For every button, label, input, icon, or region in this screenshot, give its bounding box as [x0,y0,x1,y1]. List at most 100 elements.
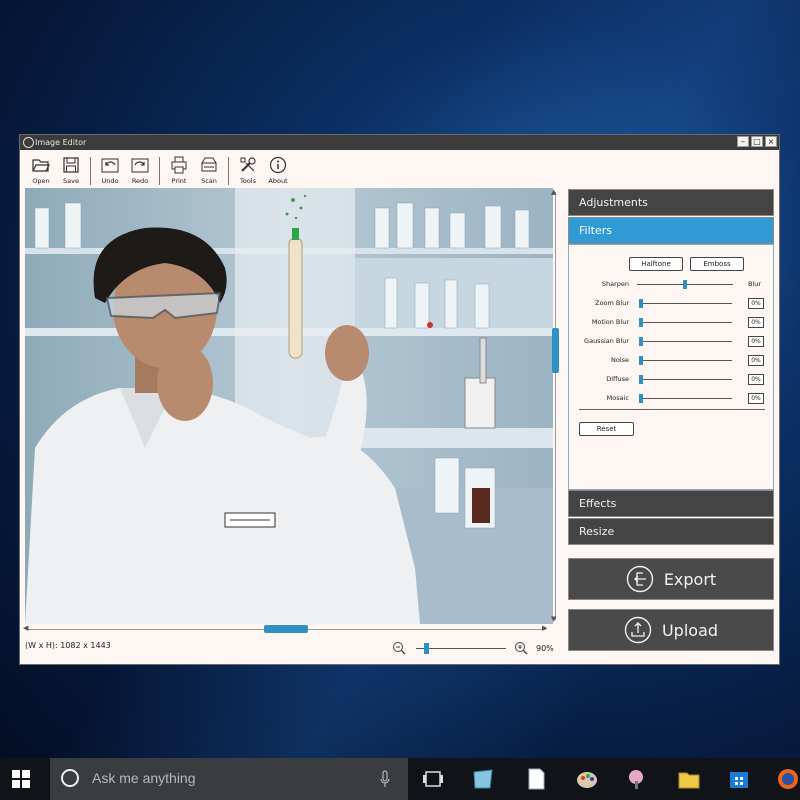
horizontal-scrollbar-thumb[interactable] [264,625,308,633]
redo-label: Redo [131,177,149,185]
toolbar: Open Save Undo Redo Print Scan Tools Abo… [26,154,293,188]
filter-slider-label: Zoom Blur [595,299,629,307]
task-view-icon[interactable] [420,766,446,792]
export-button[interactable]: Export [568,558,774,600]
filter-slider-label: Motion Blur [591,318,629,326]
about-button[interactable]: About [263,154,293,188]
filter-slider-thumb[interactable] [639,375,643,384]
zoom-out-icon[interactable] [392,641,406,655]
redo-button[interactable]: Redo [125,154,155,188]
image-canvas[interactable] [25,188,553,624]
vertical-scrollbar-track[interactable] [555,192,556,620]
minimize-button[interactable]: – [737,136,749,147]
filter-slider-track[interactable] [639,303,732,304]
toolbar-separator [159,157,160,185]
filter-slider-thumb[interactable] [639,356,643,365]
print-button[interactable]: Print [164,154,194,188]
filter-slider-track[interactable] [639,341,732,342]
filter-slider-label: Noise [610,356,629,364]
save-button[interactable]: Save [56,154,86,188]
filter-value-box[interactable]: 0% [748,374,764,385]
reset-button[interactable]: Reset [579,422,634,436]
zoom-in-icon[interactable] [514,641,528,655]
firefox-icon[interactable] [775,766,800,792]
filter-slider-track[interactable] [639,322,732,323]
open-button[interactable]: Open [26,154,56,188]
vertical-scrollbar-thumb[interactable] [552,328,559,373]
undo-icon [101,158,119,173]
search-placeholder: Ask me anything [92,770,196,786]
paint-icon[interactable] [574,766,600,792]
redo-icon [131,158,149,173]
filter-slider-label: Mosaic [606,394,629,402]
app-icon-2[interactable] [624,766,650,792]
resize-header[interactable]: Resize [568,518,774,545]
printer-icon [171,156,187,174]
scroll-left-arrow-icon[interactable]: ◀ [23,624,28,632]
window-title: Image Editor [35,138,87,147]
filter-slider-track[interactable] [639,398,732,399]
filter-slider-thumb[interactable] [639,299,643,308]
scan-label: Scan [201,177,217,185]
print-label: Print [171,177,187,185]
cortana-icon [61,769,79,787]
app-logo-icon [23,137,34,148]
filter-value-box[interactable]: 0% [748,355,764,366]
upload-button[interactable]: Upload [568,609,774,651]
filter-slider-thumb[interactable] [639,337,643,346]
scan-button[interactable]: Scan [194,154,224,188]
halftone-button[interactable]: Halftone [629,257,683,271]
filter-slider-track[interactable] [639,360,732,361]
filter-slider-label: Gaussian Blur [584,337,629,345]
filter-value-box[interactable]: 0% [748,317,764,328]
folder-open-icon [32,159,50,172]
microphone-icon[interactable] [380,770,390,788]
emboss-button[interactable]: Emboss [690,257,744,271]
filters-header[interactable]: Filters [568,217,774,244]
taskbar-search[interactable]: Ask me anything [50,758,408,800]
lab-photo-image [25,188,553,624]
filters-panel: Halftone Emboss Sharpen Blur Zoom Blur 0%… [568,244,774,490]
notepad-icon[interactable] [523,766,549,792]
filter-slider-thumb[interactable] [639,394,643,403]
filter-slider-thumb[interactable] [639,318,643,327]
zoom-percentage: 90% [536,644,554,653]
scroll-right-arrow-icon[interactable]: ▶ [542,624,547,632]
zoom-slider-track[interactable] [416,648,506,649]
zoom-slider-thumb[interactable] [424,643,429,654]
blur-label: Blur [748,280,762,288]
tools-label: Tools [239,177,256,185]
file-explorer-icon[interactable] [676,766,702,792]
store-icon[interactable] [726,766,752,792]
toolbar-separator [228,157,229,185]
filter-value-box[interactable]: 0% [748,336,764,347]
effects-header[interactable]: Effects [568,490,774,517]
title-bar: Image Editor – □ × [20,135,779,150]
toolbar-separator [90,157,91,185]
undo-button[interactable]: Undo [95,154,125,188]
adjustments-header[interactable]: Adjustments [568,189,774,216]
maximize-button[interactable]: □ [751,136,763,147]
app-icon-1[interactable] [470,766,496,792]
windows-start-icon[interactable] [12,770,30,788]
export-icon [626,565,654,593]
undo-label: Undo [101,177,119,185]
filter-slider-track[interactable] [639,379,732,380]
filter-value-box[interactable]: 0% [748,393,764,404]
tools-button[interactable]: Tools [233,154,263,188]
tools-icon [240,157,256,172]
sharpen-blur-slider-thumb[interactable] [683,280,687,289]
close-button[interactable]: × [765,136,777,147]
panel-divider [579,409,765,410]
scroll-up-arrow-icon[interactable]: ▲ [551,188,556,196]
taskbar: Ask me anything [0,758,800,800]
scanner-icon [201,157,217,172]
image-dimensions: (W x H): 1082 x 1443 [25,641,111,650]
save-icon [63,157,79,173]
filter-value-box[interactable]: 0% [748,298,764,309]
upload-icon [624,616,652,644]
open-label: Open [32,177,50,185]
about-label: About [268,177,288,185]
scroll-down-arrow-icon[interactable]: ▼ [551,615,556,623]
image-editor-window: Image Editor – □ × Open Save Undo Redo P… [19,134,780,665]
